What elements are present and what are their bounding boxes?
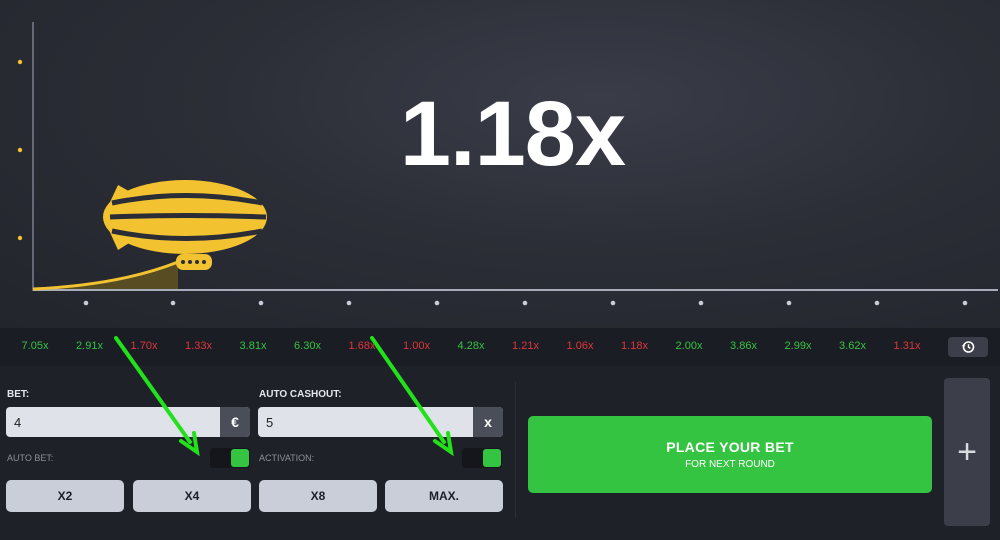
currency-icon: € [220,407,250,437]
history-item: 4.28x [457,340,485,352]
x4-button[interactable]: X4 [133,480,251,512]
history-item: 2.00x [675,340,703,352]
activation-toggle[interactable] [462,448,502,468]
auto-cashout-field[interactable]: x [258,407,503,437]
history-item: 7.05x [21,340,49,352]
history-item: 1.18x [621,340,648,352]
history-item: 1.00x [403,340,430,352]
flight-curve-fill [33,262,178,289]
history-button[interactable] [948,337,988,357]
game-area: 1.18x [0,0,1000,328]
clear-button[interactable]: x [473,407,503,437]
game-root: 1.18x 7.05x 2.91x 1.70x 1.33x 3.81x 6.30x 1.68… [0,0,1000,540]
history-item: 1.68x [348,340,376,352]
y-axis-tick [17,59,23,65]
history-item: 1.70x [130,340,158,352]
toggle-knob [483,449,501,467]
toggle-knob [231,449,249,467]
auto-bet-label: AUTO BET: [7,453,54,463]
max-button[interactable]: MAX. [385,480,503,512]
bet-input[interactable] [14,407,194,437]
multiplier-history: 7.05x 2.91x 1.70x 1.33x 3.81x 6.30x 1.68x 1.00x… [0,328,1000,366]
history-item: 3.62x [839,340,866,352]
current-multiplier: 1.18x [399,83,626,185]
place-bet-button[interactable]: PLACE YOUR BET FOR NEXT ROUND [528,416,932,493]
history-item: 1.31x [893,340,921,352]
place-bet-subtitle: FOR NEXT ROUND [685,459,775,470]
y-axis-tick [17,235,23,241]
history-item: 1.06x [566,340,594,352]
auto-cashout-input[interactable] [266,407,446,437]
bet-field[interactable]: € [6,407,250,437]
history-item: 1.33x [185,340,212,352]
history-icon [961,341,975,353]
panel-divider [515,382,516,518]
x8-button[interactable]: X8 [259,480,377,512]
add-bet-panel-button[interactable]: + [944,378,990,526]
bet-label: BET: [7,389,30,400]
history-item: 3.81x [239,340,267,352]
history-item: 3.86x [730,340,757,352]
auto-cashout-label: AUTO CASHOUT: [259,389,342,400]
activation-label: ACTIVATION: [259,453,315,463]
history-item: 2.91x [76,340,103,352]
x2-button[interactable]: X2 [6,480,124,512]
history-item: 6.30x [294,340,321,352]
x-axis-ticks [83,300,968,306]
place-bet-title: PLACE YOUR BET [666,439,794,455]
history-item: 1.21x [512,340,539,352]
auto-bet-toggle[interactable] [210,448,250,468]
history-item: 2.99x [784,340,812,352]
